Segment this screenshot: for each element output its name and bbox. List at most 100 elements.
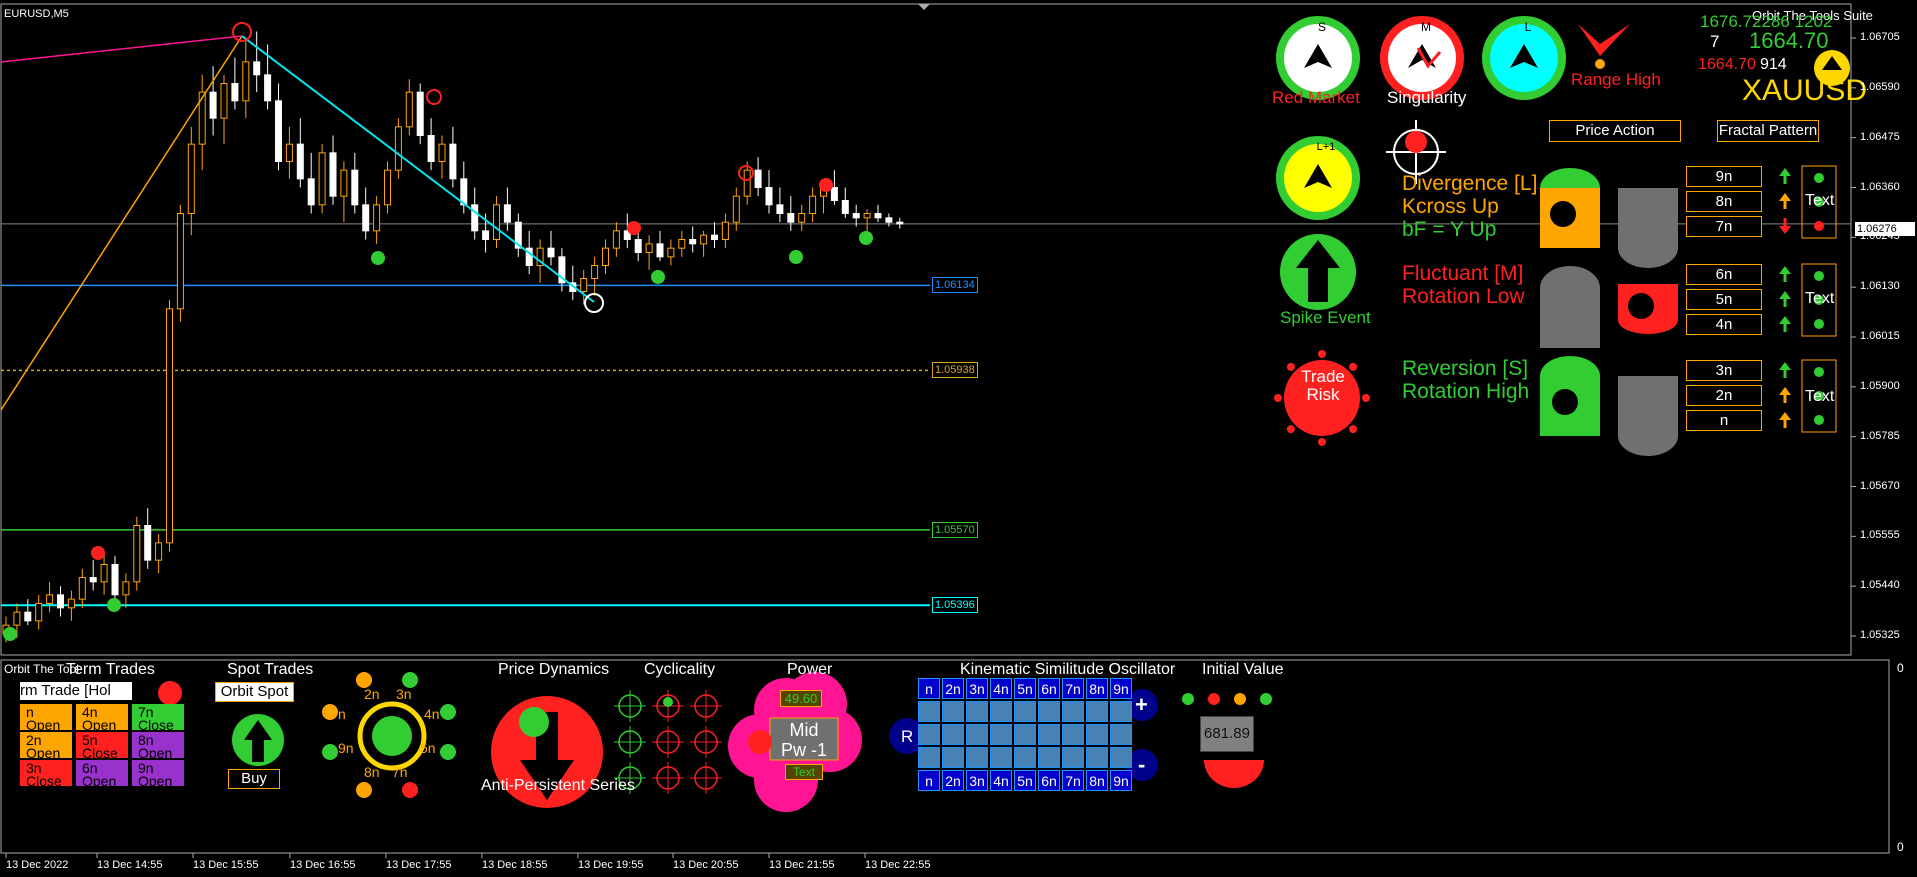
text-label-1: Text xyxy=(1805,192,1835,209)
n-box: 4n xyxy=(1686,314,1762,335)
trade-risk-line2: Risk xyxy=(1306,385,1340,404)
kso-cell[interactable] xyxy=(1086,724,1108,745)
kso-cell[interactable] xyxy=(1014,724,1036,745)
kso-cell[interactable] xyxy=(1038,724,1060,745)
kso-cell[interactable] xyxy=(1014,747,1036,768)
kso-cell[interactable] xyxy=(1014,701,1036,722)
status-dot xyxy=(1814,367,1824,377)
orbit-spot-select[interactable]: Orbit Spot xyxy=(215,682,294,702)
kso-cell[interactable] xyxy=(942,701,964,722)
kso-plus-button[interactable]: + xyxy=(1135,692,1148,718)
candle-body xyxy=(318,152,326,206)
candle-body xyxy=(765,187,773,206)
gear-tooth xyxy=(1318,350,1326,358)
trade-risk-line1: Trade xyxy=(1301,367,1345,386)
signal-dot xyxy=(3,627,17,641)
kso-cell[interactable]: n xyxy=(918,678,940,699)
n-box: 6n xyxy=(1686,264,1762,285)
candle-body xyxy=(809,195,817,215)
kso-cell[interactable] xyxy=(966,747,988,768)
kso-cell[interactable] xyxy=(990,701,1012,722)
kso-cell[interactable]: 4n xyxy=(990,770,1012,791)
mini-up-icon xyxy=(519,707,549,737)
kso-minus-button[interactable]: - xyxy=(1138,752,1145,778)
kso-cell[interactable] xyxy=(1038,747,1060,768)
buy-button[interactable]: Buy xyxy=(228,769,280,789)
kso-cell[interactable]: 8n xyxy=(1086,678,1108,699)
kso-cell[interactable] xyxy=(1110,747,1132,768)
range-high-label: Range High xyxy=(1571,70,1661,89)
kso-cell[interactable]: 6n xyxy=(1038,678,1060,699)
candle-body xyxy=(394,126,402,171)
kso-cell[interactable]: 9n xyxy=(1110,770,1132,791)
kso-cell[interactable] xyxy=(918,747,940,768)
kso-cell[interactable]: 5n xyxy=(1014,678,1036,699)
orbit-dot xyxy=(440,704,456,720)
candle-body xyxy=(754,169,762,189)
orbit-dot xyxy=(322,704,338,720)
kso-cell[interactable]: 2n xyxy=(942,770,964,791)
status-dot xyxy=(1814,173,1824,183)
candle-body xyxy=(351,169,359,206)
kso-cell[interactable]: 3n xyxy=(966,770,988,791)
kso-cell[interactable] xyxy=(1110,701,1132,722)
kso-cell[interactable] xyxy=(966,724,988,745)
price-tick-label: 1.06015 xyxy=(1860,330,1900,342)
tab-price-action[interactable]: Price Action xyxy=(1549,120,1681,142)
term-cell-status: Open xyxy=(138,745,173,761)
candle-body xyxy=(667,247,675,258)
kso-cell[interactable] xyxy=(942,747,964,768)
signal-divergence: Divergence [L] xyxy=(1402,172,1538,195)
kso-cell[interactable] xyxy=(1062,747,1084,768)
kso-cell[interactable] xyxy=(1110,724,1132,745)
n-box: 8n xyxy=(1686,191,1762,212)
kso-cell[interactable]: 8n xyxy=(1086,770,1108,791)
kso-cell[interactable]: n xyxy=(918,770,940,791)
kso-cell[interactable] xyxy=(1086,701,1108,722)
kso-cell[interactable] xyxy=(918,724,940,745)
arrow-up-icon xyxy=(1779,193,1791,201)
tab-fractal-pattern[interactable]: Fractal Pattern xyxy=(1717,120,1819,142)
candle-body xyxy=(634,239,642,253)
kso-cell[interactable]: 2n xyxy=(942,678,964,699)
candle-body xyxy=(503,204,511,223)
kso-cell[interactable]: 3n xyxy=(966,678,988,699)
candle-body xyxy=(329,152,337,197)
kso-cell[interactable] xyxy=(942,724,964,745)
kso-cell[interactable]: 6n xyxy=(1038,770,1060,791)
kso-cell[interactable] xyxy=(990,724,1012,745)
big-value: 1664.70 xyxy=(1749,28,1829,53)
n-box: 2n xyxy=(1686,385,1762,406)
anti-persistent-caption: Anti-Persistent Series xyxy=(481,777,635,794)
down-marker-icon xyxy=(426,89,442,105)
candle-body xyxy=(166,308,173,544)
kso-cell[interactable] xyxy=(990,747,1012,768)
kso-cell[interactable] xyxy=(1062,724,1084,745)
kso-cell[interactable]: 5n xyxy=(1014,770,1036,791)
wave-icon xyxy=(1552,389,1578,415)
kso-cell[interactable] xyxy=(918,701,940,722)
signal-kcross: Kcross Up xyxy=(1402,195,1499,218)
candle-body xyxy=(133,525,141,583)
candle-body xyxy=(57,594,64,609)
peak-marker-icon xyxy=(232,22,252,42)
kso-cell[interactable]: 7n xyxy=(1062,678,1084,699)
kso-cell[interactable]: 7n xyxy=(1062,770,1084,791)
price-tick-label: 1.05670 xyxy=(1860,479,1900,492)
kso-cell[interactable] xyxy=(1062,701,1084,722)
power-text-button[interactable]: Text xyxy=(785,764,823,780)
kso-cell[interactable]: 4n xyxy=(990,678,1012,699)
candle-body xyxy=(482,230,490,240)
kso-cell[interactable] xyxy=(1038,701,1060,722)
term-trade-select[interactable]: rm Trade [Hol xyxy=(20,682,132,700)
candle-body xyxy=(602,247,609,267)
signal-dot xyxy=(651,270,665,284)
kso-cell[interactable] xyxy=(1086,747,1108,768)
kso-cell[interactable] xyxy=(966,701,988,722)
time-tick-label: 13 Dec 19:55 xyxy=(578,859,644,871)
candle-body xyxy=(209,91,217,119)
status-dot xyxy=(1814,221,1824,231)
kso-cell[interactable]: 9n xyxy=(1110,678,1132,699)
candle-body xyxy=(732,195,740,223)
candle-body xyxy=(285,143,293,163)
